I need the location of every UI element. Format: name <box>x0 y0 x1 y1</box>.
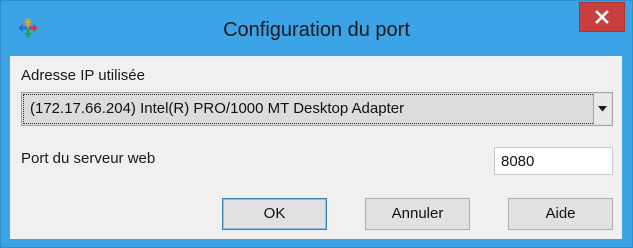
ok-button[interactable]: OK <box>222 198 327 230</box>
ip-address-select[interactable]: (172.17.66.204) Intel(R) PRO/1000 MT Des… <box>21 92 613 126</box>
web-server-port-input[interactable] <box>494 147 613 175</box>
dialog-content: Adresse IP utilisée (172.17.66.204) Inte… <box>10 56 622 239</box>
dropdown-arrow-icon <box>598 106 607 112</box>
dialog-window: Configuration du port Adresse IP utilisé… <box>0 0 633 248</box>
close-button[interactable] <box>579 2 625 32</box>
ip-address-selected-value: (172.17.66.204) Intel(R) PRO/1000 MT Des… <box>30 100 405 117</box>
window-title: Configuration du port <box>223 19 410 41</box>
help-button[interactable]: Aide <box>508 198 613 230</box>
dropdown-button[interactable] <box>593 94 611 124</box>
title-bar[interactable]: Configuration du port <box>1 1 632 56</box>
ip-address-label: Adresse IP utilisée <box>21 67 145 84</box>
cancel-button[interactable]: Annuler <box>365 198 470 230</box>
close-x-icon <box>595 10 609 24</box>
web-server-port-label: Port du serveur web <box>21 150 156 167</box>
